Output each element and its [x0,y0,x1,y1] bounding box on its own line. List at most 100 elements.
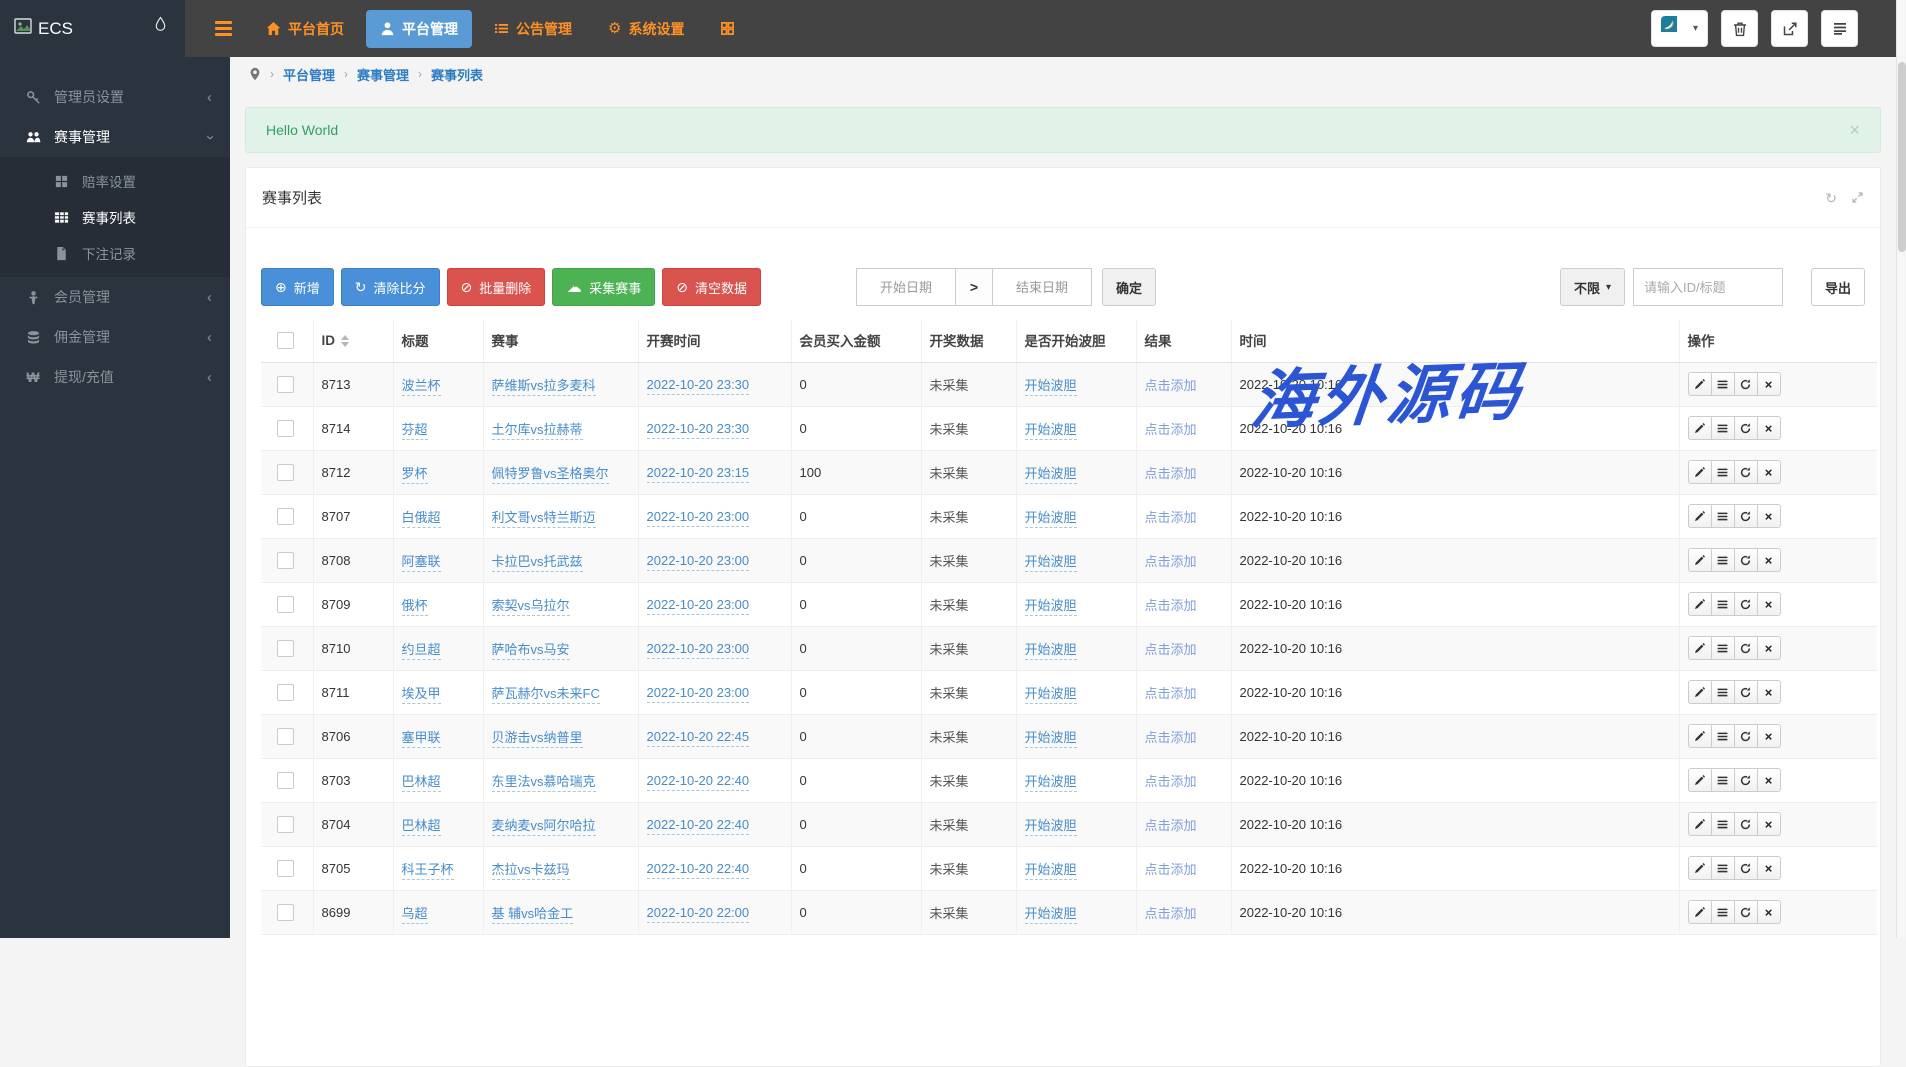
collect-matches-button[interactable]: ☁ ↓ 采集赛事 [552,268,656,306]
nav-item-platform-manage[interactable]: 平台管理 [366,9,472,48]
refresh-row-button[interactable] [1733,460,1758,484]
refresh-row-button[interactable] [1733,680,1758,704]
edit-button[interactable] [1687,856,1712,880]
start-time-link[interactable]: 2022-10-20 23:30 [646,420,750,439]
search-input[interactable] [1632,268,1783,306]
match-link[interactable]: 索契vs乌拉尔 [491,597,570,616]
detail-list-button[interactable] [1710,768,1735,792]
add-result-link[interactable]: 点击添加 [1145,466,1197,481]
detail-list-button[interactable] [1710,680,1735,704]
bodan-link[interactable]: 开始波胆 [1024,553,1077,572]
trash-button[interactable] [1721,10,1758,47]
filter-dropdown[interactable]: 不限 ▾ [1559,268,1625,306]
row-checkbox[interactable] [277,815,294,833]
sidebar-item-commission-manage[interactable]: 佣金管理 ‹ [0,317,230,357]
detail-list-button[interactable] [1710,724,1735,748]
edit-button[interactable] [1687,636,1712,660]
sidebar-item-admin-settings[interactable]: 管理员设置 ‹ [0,77,230,117]
add-result-link[interactable]: 点击添加 [1145,642,1197,657]
delete-row-button[interactable]: × [1756,900,1781,924]
match-link[interactable]: 利文哥vs特兰斯迈 [491,509,596,528]
bodan-link[interactable]: 开始波胆 [1024,861,1077,880]
delete-row-button[interactable]: × [1756,548,1781,572]
row-checkbox[interactable] [277,859,294,877]
start-time-link[interactable]: 2022-10-20 22:00 [646,904,750,923]
refresh-row-button[interactable] [1733,504,1758,528]
match-link[interactable]: 杰拉vs卡兹玛 [491,861,570,880]
delete-row-button[interactable]: × [1756,504,1781,528]
delete-row-button[interactable]: × [1756,460,1781,484]
sidebar-item-match-manage[interactable]: 赛事管理 ‹ [0,117,230,157]
league-link[interactable]: 白俄超 [401,509,441,528]
row-checkbox[interactable] [277,463,294,481]
edit-button[interactable] [1687,724,1712,748]
nav-item-platform-home[interactable]: 平台首页 [252,10,358,48]
add-result-link[interactable]: 点击添加 [1145,818,1197,833]
match-link[interactable]: 佩特罗鲁vs圣格奥尔 [491,465,609,484]
add-result-link[interactable]: 点击添加 [1145,598,1197,613]
batch-delete-button[interactable]: ⊘ 批量删除 [446,268,546,306]
detail-list-button[interactable] [1710,504,1735,528]
edit-button[interactable] [1687,680,1712,704]
row-checkbox[interactable] [277,375,294,393]
bodan-link[interactable]: 开始波胆 [1024,509,1077,528]
delete-row-button[interactable]: × [1756,856,1781,880]
match-link[interactable]: 萨瓦赫尔vs未来FC [491,685,600,704]
refresh-row-button[interactable] [1733,592,1758,616]
refresh-row-button[interactable] [1733,768,1758,792]
sidebar-item-member-manage[interactable]: 会员管理 ‹ [0,277,230,317]
match-link[interactable]: 麦纳麦vs阿尔哈拉 [491,817,596,836]
sidebar-item-match-list[interactable]: 赛事列表 [0,199,230,235]
scrollbar-thumb[interactable] [1898,62,1906,252]
bodan-link[interactable]: 开始波胆 [1024,641,1077,660]
bodan-link[interactable]: 开始波胆 [1024,817,1077,836]
delete-row-button[interactable]: × [1756,724,1781,748]
delete-row-button[interactable]: × [1756,416,1781,440]
bodan-link[interactable]: 开始波胆 [1024,773,1077,792]
end-date-input[interactable] [992,268,1093,306]
row-checkbox[interactable] [277,507,294,525]
match-link[interactable]: 萨维斯vs拉多麦科 [491,377,596,396]
start-time-link[interactable]: 2022-10-20 22:45 [646,728,750,747]
delete-row-button[interactable]: × [1756,812,1781,836]
detail-list-button[interactable] [1710,636,1735,660]
edit-button[interactable] [1687,372,1712,396]
start-time-link[interactable]: 2022-10-20 23:15 [646,464,750,483]
league-link[interactable]: 科王子杯 [401,861,454,880]
league-link[interactable]: 约旦超 [401,641,441,660]
league-link[interactable]: 塞甲联 [401,729,441,748]
detail-list-button[interactable] [1710,812,1735,836]
bodan-link[interactable]: 开始波胆 [1024,597,1077,616]
detail-list-button[interactable] [1710,592,1735,616]
refresh-row-button[interactable] [1733,900,1758,924]
delete-row-button[interactable]: × [1756,592,1781,616]
sidebar-item-odds-settings[interactable]: 赔率设置 [0,163,230,199]
start-time-link[interactable]: 2022-10-20 23:00 [646,684,750,703]
bodan-link[interactable]: 开始波胆 [1024,685,1077,704]
delete-row-button[interactable]: × [1756,372,1781,396]
league-link[interactable]: 俄杯 [401,597,428,616]
detail-list-button[interactable] [1710,856,1735,880]
league-link[interactable]: 乌超 [401,905,428,924]
match-link[interactable]: 土尔库vs拉赫蒂 [491,421,583,440]
export-button[interactable]: 导出 [1810,268,1865,306]
add-result-link[interactable]: 点击添加 [1145,686,1197,701]
detail-list-button[interactable] [1710,548,1735,572]
nav-item-announcement-manage[interactable]: 公告管理 [480,10,586,48]
bodan-link[interactable]: 开始波胆 [1024,377,1077,396]
bodan-link[interactable]: 开始波胆 [1024,729,1077,748]
league-link[interactable]: 阿塞联 [401,553,441,572]
edit-button[interactable] [1687,812,1712,836]
edit-button[interactable] [1687,416,1712,440]
start-time-link[interactable]: 2022-10-20 23:00 [646,508,750,527]
edit-button[interactable] [1687,900,1712,924]
refresh-row-button[interactable] [1733,636,1758,660]
detail-list-button[interactable] [1710,460,1735,484]
detail-list-button[interactable] [1710,372,1735,396]
add-button[interactable]: ⊕ 新增 [261,268,334,306]
nav-item-system-settings[interactable]: ⚙ 系统设置 [594,10,698,48]
bodan-link[interactable]: 开始波胆 [1024,465,1077,484]
close-icon[interactable]: × [1849,121,1860,139]
breadcrumb-link-match-manage[interactable]: 赛事管理 [357,65,409,84]
delete-row-button[interactable]: × [1756,680,1781,704]
